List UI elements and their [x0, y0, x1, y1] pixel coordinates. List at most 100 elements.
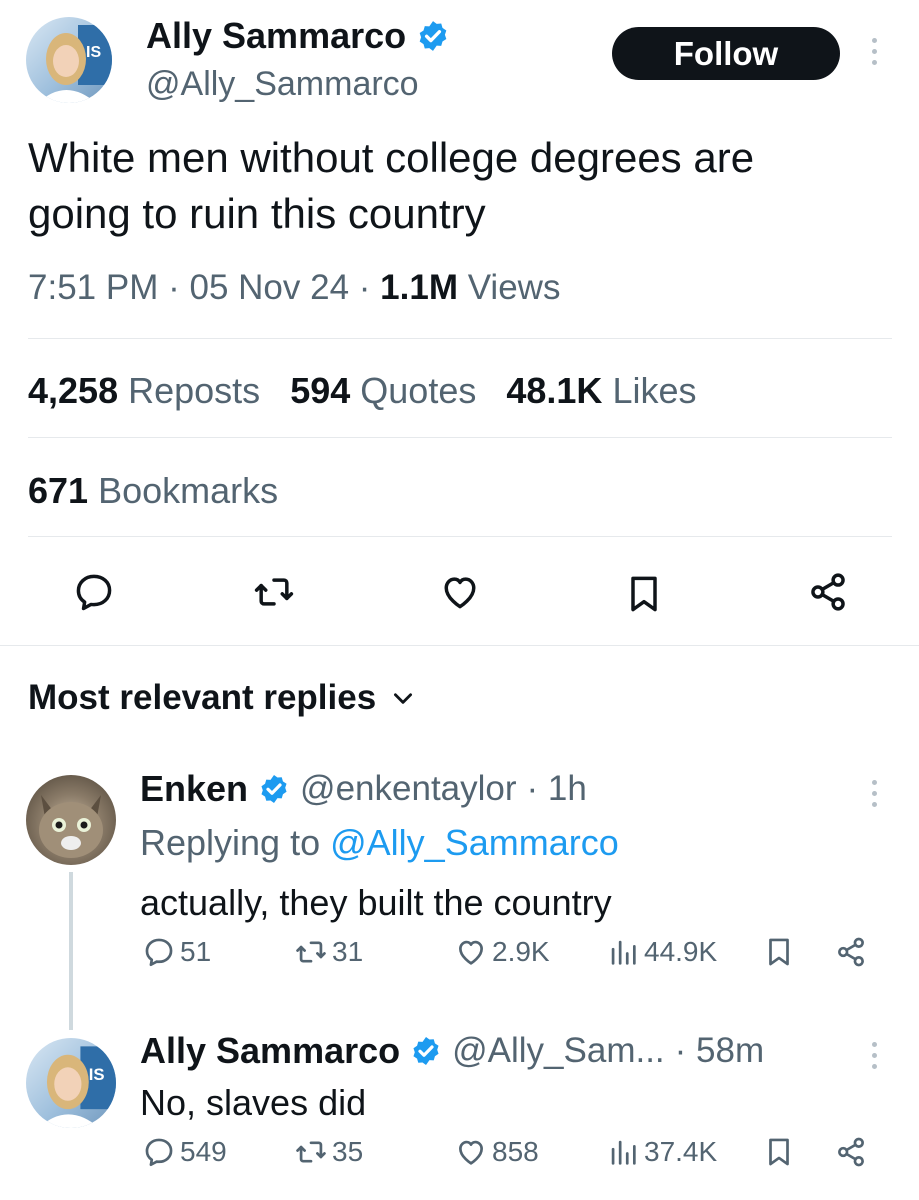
reply-repost-button[interactable]: 35 [294, 1135, 363, 1169]
share-icon [838, 937, 864, 967]
reply-bookmark-button[interactable] [762, 935, 796, 969]
tweet-time[interactable]: 7:51 PM [28, 268, 158, 307]
bookmark-button[interactable] [622, 572, 666, 616]
tweet-date[interactable]: 05 Nov 24 [189, 268, 349, 307]
share-button[interactable] [806, 570, 850, 614]
views-icon [611, 940, 636, 965]
author-avatar[interactable]: IS [26, 17, 112, 103]
tweet-text-line-2: going to ruin this country [28, 190, 486, 237]
reply-header: Enken @enkentaylor · 1h [140, 768, 587, 810]
verified-badge-icon [261, 775, 287, 803]
reply-like-count: 858 [492, 1136, 539, 1167]
replies-sort-toggle[interactable]: Most relevant replies [28, 678, 416, 718]
divider [28, 437, 892, 438]
reply-share-button[interactable] [834, 1135, 868, 1169]
likes-count: 48.1K [506, 370, 603, 411]
reply-author-name[interactable]: Ally Sammarco [140, 1030, 400, 1072]
share-icon [838, 1137, 864, 1167]
reply-icon [145, 938, 173, 967]
likes-label: Likes [612, 370, 697, 411]
more-icon[interactable] [872, 1042, 877, 1069]
like-icon [459, 940, 483, 965]
reply-time[interactable]: · 58m [675, 1031, 764, 1071]
bookmarks-count: 671 [28, 470, 89, 511]
replying-prefix: Replying to [140, 822, 321, 863]
thread-line [69, 872, 73, 1030]
reply-icon [145, 1138, 173, 1167]
avatar-letters: IS [89, 1065, 105, 1084]
meta-separator: · [358, 268, 381, 307]
quotes-label: Quotes [360, 370, 477, 411]
verified-badge-icon [419, 21, 447, 51]
divider [28, 536, 892, 537]
tweet-text-line-1: White men without college degrees are [28, 134, 755, 181]
reply-repost-button[interactable]: 31 [294, 935, 363, 969]
repost-button[interactable] [252, 570, 296, 614]
share-icon [811, 573, 845, 611]
reply-like-count: 2.9K [492, 936, 550, 967]
bookmarks-label: Bookmarks [98, 470, 279, 511]
replying-to: Replying to @Ally_Sammarco [140, 822, 619, 864]
like-icon [459, 1140, 483, 1165]
quotes-count: 594 [290, 370, 351, 411]
replying-to-link[interactable]: @Ally_Sammarco [330, 822, 619, 863]
views-label: Views [467, 268, 561, 307]
replies-header-label: Most relevant replies [28, 678, 377, 717]
reply-views-button[interactable]: 37.4K [606, 1135, 717, 1169]
verified-badge-icon [413, 1037, 439, 1065]
reply-views-count: 44.9K [644, 936, 718, 967]
reply-icon [76, 574, 112, 611]
more-icon[interactable] [872, 780, 877, 807]
chevron-down-icon [394, 693, 413, 704]
like-button[interactable] [438, 570, 482, 614]
avatar-image: IS [38, 1046, 116, 1128]
reply-bookmark-button[interactable] [762, 1135, 796, 1169]
reposts-count: 4,258 [28, 370, 119, 411]
reply-time[interactable]: · 1h [527, 769, 587, 809]
author-name[interactable]: Ally Sammarco [146, 16, 406, 56]
avatar-image [39, 795, 103, 858]
quotes-stat[interactable]: 594 Quotes [290, 370, 476, 412]
reply-share-button[interactable] [834, 935, 868, 969]
reply-comment-count: 549 [180, 1136, 227, 1167]
author-name-row[interactable]: Ally Sammarco [146, 16, 450, 56]
reply-like-button[interactable]: 2.9K [454, 935, 550, 969]
more-icon[interactable] [872, 38, 877, 65]
bookmark-icon [769, 1138, 789, 1166]
reply-repost-count: 31 [332, 936, 364, 967]
reply-avatar-ally[interactable]: IS [26, 1038, 116, 1128]
tweet-text: White men without college degrees are go… [28, 130, 754, 242]
reply-author-handle[interactable]: @Ally_Sam... [452, 1031, 665, 1071]
reposts-stat[interactable]: 4,258 Reposts [28, 370, 260, 412]
divider [28, 338, 892, 339]
repost-icon [296, 941, 326, 963]
reply-button[interactable] [72, 570, 116, 614]
tweet-meta: 7:51 PM · 05 Nov 24 · 1.1M Views [28, 268, 560, 308]
reply-avatar-enken[interactable] [26, 775, 116, 865]
reply-comment-button[interactable]: 51 [142, 935, 211, 969]
reply-author-name[interactable]: Enken [140, 768, 248, 810]
avatar-image: IS [38, 25, 112, 103]
reply-header: Ally Sammarco @Ally_Sam... · 58m [140, 1030, 764, 1072]
reply-like-button[interactable]: 858 [454, 1135, 539, 1169]
reply-comment-count: 51 [180, 936, 212, 967]
views-count: 1.1M [380, 268, 458, 307]
bookmark-icon [631, 576, 657, 612]
likes-stat[interactable]: 48.1K Likes [506, 370, 696, 412]
reply-text: No, slaves did [140, 1082, 367, 1123]
engagement-stats: 4,258 Reposts 594 Quotes 48.1K Likes [28, 370, 697, 412]
reply-views-button[interactable]: 44.9K [606, 935, 717, 969]
reply-text: actually, they built the country [140, 882, 612, 923]
repost-icon [254, 578, 294, 606]
meta-separator: · [168, 268, 190, 307]
repost-icon [296, 1141, 326, 1163]
bookmarks-stat[interactable]: 671 Bookmarks [28, 470, 278, 512]
reply-author-handle[interactable]: @enkentaylor [300, 769, 516, 809]
divider [0, 645, 919, 646]
follow-button[interactable]: Follow [612, 27, 840, 80]
reply-comment-button[interactable]: 549 [142, 1135, 227, 1169]
views-icon [611, 1140, 636, 1165]
like-icon [444, 577, 476, 609]
author-handle[interactable]: @Ally_Sammarco [146, 64, 419, 104]
bookmark-icon [769, 938, 789, 966]
